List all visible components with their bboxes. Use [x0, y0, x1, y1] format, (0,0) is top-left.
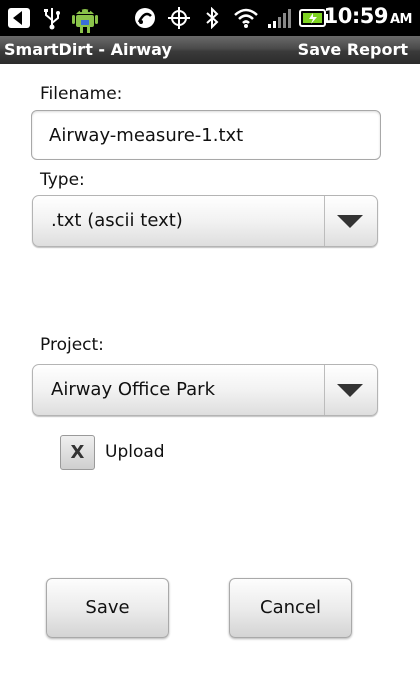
nfc-icon	[132, 6, 158, 30]
project-label: Project:	[40, 335, 104, 355]
type-label: Type:	[40, 170, 85, 190]
type-selected-value: .txt (ascii text)	[51, 210, 183, 231]
filename-input[interactable]: Airway-measure-1.txt	[31, 110, 381, 160]
upload-checkbox[interactable]: X	[60, 435, 95, 470]
gps-icon	[166, 6, 192, 30]
dropdown-divider	[324, 196, 325, 246]
app-title: SmartDirt - Airway	[4, 40, 172, 59]
back-icon	[6, 6, 32, 30]
save-report-action[interactable]: Save Report	[298, 40, 408, 59]
chevron-down-icon	[337, 384, 363, 397]
project-selected-value: Airway Office Park	[51, 379, 216, 400]
filename-label: Filename:	[40, 84, 123, 104]
cancel-button[interactable]: Cancel	[229, 578, 352, 638]
bluetooth-icon	[202, 6, 222, 30]
type-dropdown[interactable]: .txt (ascii text)	[32, 195, 378, 247]
upload-label: Upload	[105, 442, 165, 462]
project-dropdown[interactable]: Airway Office Park	[32, 364, 378, 416]
save-button[interactable]: Save	[46, 578, 169, 638]
status-bar: 10:59 AM	[0, 0, 420, 36]
signal-icon	[266, 6, 294, 30]
chevron-down-icon	[337, 215, 363, 228]
clock: 10:59 AM	[323, 4, 413, 28]
title-bar: SmartDirt - Airway Save Report	[0, 36, 420, 64]
usb-icon	[40, 6, 64, 30]
filename-value: Airway-measure-1.txt	[49, 125, 244, 146]
clock-ampm: AM	[390, 12, 413, 27]
wifi-icon	[232, 6, 260, 30]
android-debug-icon	[68, 2, 102, 34]
clock-time: 10:59	[323, 4, 389, 28]
dropdown-divider	[324, 365, 325, 415]
